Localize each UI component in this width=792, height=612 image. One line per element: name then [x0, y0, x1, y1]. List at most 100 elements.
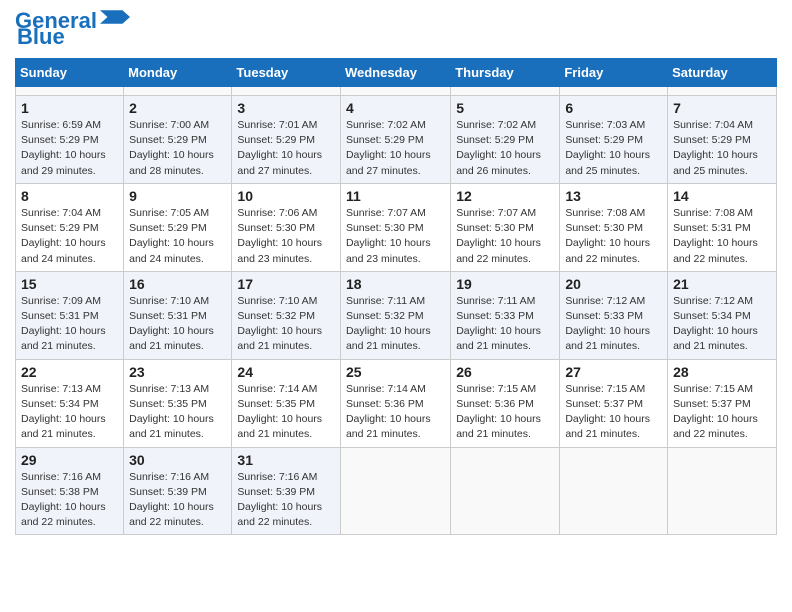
- day-number: 22: [21, 364, 118, 380]
- day-info: Sunrise: 7:04 AM Sunset: 5:29 PM Dayligh…: [673, 118, 771, 179]
- calendar-week-row: 8 Sunrise: 7:04 AM Sunset: 5:29 PM Daylig…: [16, 183, 777, 271]
- logo-icon: [100, 10, 130, 24]
- day-number: 11: [346, 188, 445, 204]
- calendar-cell: [668, 447, 777, 535]
- day-info: Sunrise: 7:12 AM Sunset: 5:33 PM Dayligh…: [565, 294, 662, 355]
- day-info: Sunrise: 7:15 AM Sunset: 5:37 PM Dayligh…: [565, 382, 662, 443]
- day-number: 17: [237, 276, 335, 292]
- calendar-cell: [340, 87, 450, 96]
- calendar-cell: 8 Sunrise: 7:04 AM Sunset: 5:29 PM Daylig…: [16, 183, 124, 271]
- day-number: 9: [129, 188, 226, 204]
- day-number: 15: [21, 276, 118, 292]
- calendar-cell: 6 Sunrise: 7:03 AM Sunset: 5:29 PM Daylig…: [560, 96, 668, 184]
- day-number: 18: [346, 276, 445, 292]
- day-info: Sunrise: 7:10 AM Sunset: 5:32 PM Dayligh…: [237, 294, 335, 355]
- calendar-week-row: 15 Sunrise: 7:09 AM Sunset: 5:31 PM Dayli…: [16, 271, 777, 359]
- day-number: 29: [21, 452, 118, 468]
- weekday-header-sunday: Sunday: [16, 59, 124, 87]
- calendar-cell: 9 Sunrise: 7:05 AM Sunset: 5:29 PM Daylig…: [124, 183, 232, 271]
- calendar-cell: 30Sunrise: 7:16 AM Sunset: 5:39 PM Dayli…: [124, 447, 232, 535]
- calendar-cell: 23 Sunrise: 7:13 AM Sunset: 5:35 PM Dayli…: [124, 359, 232, 447]
- day-number: 1: [21, 100, 118, 116]
- calendar-cell: 12Sunrise: 7:07 AM Sunset: 5:30 PM Dayli…: [451, 183, 560, 271]
- calendar-cell: 26Sunrise: 7:15 AM Sunset: 5:36 PM Dayli…: [451, 359, 560, 447]
- day-info: Sunrise: 7:13 AM Sunset: 5:35 PM Dayligh…: [129, 382, 226, 443]
- calendar-cell: 31 Sunrise: 7:16 AM Sunset: 5:39 PM Dayli…: [232, 447, 341, 535]
- day-info: Sunrise: 7:16 AM Sunset: 5:39 PM Dayligh…: [129, 470, 226, 531]
- day-number: 10: [237, 188, 335, 204]
- calendar-cell: [668, 87, 777, 96]
- day-info: Sunrise: 7:14 AM Sunset: 5:36 PM Dayligh…: [346, 382, 445, 443]
- day-number: 24: [237, 364, 335, 380]
- day-info: Sunrise: 7:02 AM Sunset: 5:29 PM Dayligh…: [346, 118, 445, 179]
- day-info: Sunrise: 7:00 AM Sunset: 5:29 PM Dayligh…: [129, 118, 226, 179]
- calendar-cell: 28 Sunrise: 7:15 AM Sunset: 5:37 PM Dayli…: [668, 359, 777, 447]
- day-info: Sunrise: 7:16 AM Sunset: 5:39 PM Dayligh…: [237, 470, 335, 531]
- calendar-cell: 18Sunrise: 7:11 AM Sunset: 5:32 PM Dayli…: [340, 271, 450, 359]
- day-number: 4: [346, 100, 445, 116]
- calendar-cell: 14Sunrise: 7:08 AM Sunset: 5:31 PM Dayli…: [668, 183, 777, 271]
- calendar-cell: 7 Sunrise: 7:04 AM Sunset: 5:29 PM Daylig…: [668, 96, 777, 184]
- day-info: Sunrise: 7:04 AM Sunset: 5:29 PM Dayligh…: [21, 206, 118, 267]
- calendar: SundayMondayTuesdayWednesdayThursdayFrid…: [15, 58, 777, 535]
- day-number: 23: [129, 364, 226, 380]
- day-number: 6: [565, 100, 662, 116]
- calendar-cell: [560, 87, 668, 96]
- day-number: 21: [673, 276, 771, 292]
- calendar-cell: [232, 87, 341, 96]
- day-info: Sunrise: 7:09 AM Sunset: 5:31 PM Dayligh…: [21, 294, 118, 355]
- day-number: 26: [456, 364, 554, 380]
- day-info: Sunrise: 7:11 AM Sunset: 5:33 PM Dayligh…: [456, 294, 554, 355]
- day-number: 2: [129, 100, 226, 116]
- calendar-cell: 13Sunrise: 7:08 AM Sunset: 5:30 PM Dayli…: [560, 183, 668, 271]
- day-number: 28: [673, 364, 771, 380]
- calendar-cell: 1Sunrise: 6:59 AM Sunset: 5:29 PM Daylig…: [16, 96, 124, 184]
- day-number: 5: [456, 100, 554, 116]
- day-info: Sunrise: 7:01 AM Sunset: 5:29 PM Dayligh…: [237, 118, 335, 179]
- calendar-cell: 22Sunrise: 7:13 AM Sunset: 5:34 PM Dayli…: [16, 359, 124, 447]
- calendar-cell: 5 Sunrise: 7:02 AM Sunset: 5:29 PM Daylig…: [451, 96, 560, 184]
- calendar-cell: [451, 87, 560, 96]
- calendar-week-row: 29 Sunrise: 7:16 AM Sunset: 5:38 PM Dayli…: [16, 447, 777, 535]
- logo: General Blue: [15, 10, 130, 48]
- day-number: 25: [346, 364, 445, 380]
- calendar-cell: [340, 447, 450, 535]
- day-info: Sunrise: 7:12 AM Sunset: 5:34 PM Dayligh…: [673, 294, 771, 355]
- header: General Blue: [15, 10, 777, 48]
- day-number: 3: [237, 100, 335, 116]
- calendar-cell: 15 Sunrise: 7:09 AM Sunset: 5:31 PM Dayli…: [16, 271, 124, 359]
- calendar-cell: 2 Sunrise: 7:00 AM Sunset: 5:29 PM Daylig…: [124, 96, 232, 184]
- day-info: Sunrise: 7:07 AM Sunset: 5:30 PM Dayligh…: [346, 206, 445, 267]
- calendar-cell: 4 Sunrise: 7:02 AM Sunset: 5:29 PM Daylig…: [340, 96, 450, 184]
- day-info: Sunrise: 7:10 AM Sunset: 5:31 PM Dayligh…: [129, 294, 226, 355]
- weekday-header-row: SundayMondayTuesdayWednesdayThursdayFrid…: [16, 59, 777, 87]
- day-info: Sunrise: 7:03 AM Sunset: 5:29 PM Dayligh…: [565, 118, 662, 179]
- weekday-header-thursday: Thursday: [451, 59, 560, 87]
- day-info: Sunrise: 7:07 AM Sunset: 5:30 PM Dayligh…: [456, 206, 554, 267]
- day-number: 8: [21, 188, 118, 204]
- weekday-header-wednesday: Wednesday: [340, 59, 450, 87]
- weekday-header-tuesday: Tuesday: [232, 59, 341, 87]
- weekday-header-monday: Monday: [124, 59, 232, 87]
- calendar-cell: 21 Sunrise: 7:12 AM Sunset: 5:34 PM Dayli…: [668, 271, 777, 359]
- calendar-cell: [451, 447, 560, 535]
- day-number: 7: [673, 100, 771, 116]
- day-info: Sunrise: 7:14 AM Sunset: 5:35 PM Dayligh…: [237, 382, 335, 443]
- day-info: Sunrise: 7:02 AM Sunset: 5:29 PM Dayligh…: [456, 118, 554, 179]
- weekday-header-saturday: Saturday: [668, 59, 777, 87]
- day-info: Sunrise: 7:15 AM Sunset: 5:37 PM Dayligh…: [673, 382, 771, 443]
- day-info: Sunrise: 7:06 AM Sunset: 5:30 PM Dayligh…: [237, 206, 335, 267]
- calendar-cell: 11 Sunrise: 7:07 AM Sunset: 5:30 PM Dayli…: [340, 183, 450, 271]
- day-number: 14: [673, 188, 771, 204]
- day-info: Sunrise: 7:16 AM Sunset: 5:38 PM Dayligh…: [21, 470, 118, 531]
- calendar-week-row: [16, 87, 777, 96]
- day-number: 31: [237, 452, 335, 468]
- calendar-cell: 20 Sunrise: 7:12 AM Sunset: 5:33 PM Dayli…: [560, 271, 668, 359]
- calendar-cell: 19Sunrise: 7:11 AM Sunset: 5:33 PM Dayli…: [451, 271, 560, 359]
- day-number: 20: [565, 276, 662, 292]
- calendar-cell: [560, 447, 668, 535]
- calendar-cell: [124, 87, 232, 96]
- calendar-cell: 24 Sunrise: 7:14 AM Sunset: 5:35 PM Dayli…: [232, 359, 341, 447]
- day-info: Sunrise: 7:05 AM Sunset: 5:29 PM Dayligh…: [129, 206, 226, 267]
- logo-text-blue: Blue: [17, 26, 65, 48]
